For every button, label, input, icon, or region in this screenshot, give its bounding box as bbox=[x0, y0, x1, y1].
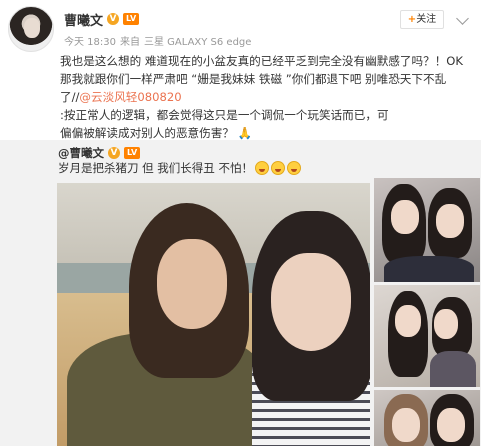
laugh-cry-emoji-icon bbox=[286, 161, 301, 175]
verified-icon: V bbox=[107, 13, 120, 25]
thumb-1-top bbox=[384, 256, 474, 282]
laugh-cry-emoji-icon bbox=[254, 161, 269, 175]
thumb-3-face-right bbox=[437, 408, 465, 442]
thumbnail-photo-2[interactable] bbox=[374, 285, 480, 387]
thumb-1-face-left bbox=[391, 200, 419, 234]
post-line-1: 我也是这么想的 难道现在的小盆友真的已经平乏到完全没有幽默感了吗？！OK bbox=[60, 54, 464, 68]
thumb-2-top bbox=[430, 351, 476, 387]
post-time[interactable]: 今天 18:30 bbox=[64, 33, 116, 48]
follow-button[interactable]: +关注 bbox=[400, 10, 444, 29]
repost-verified-icon: V bbox=[108, 147, 120, 159]
chevron-down-icon[interactable] bbox=[456, 12, 469, 25]
author-row: 曹曦文 V LV bbox=[64, 10, 140, 29]
post-line-3: :按正常人的逻辑，都会觉得这只是一个调侃一个玩笑话而已，可 bbox=[60, 108, 389, 122]
plus-icon: + bbox=[407, 14, 417, 25]
post-meta: 今天 18:30 来自 三星 GALAXY S6 edge bbox=[64, 33, 251, 48]
repost-member-badge-icon: LV bbox=[124, 147, 141, 159]
weibo-post: 曹曦文 V LV 今天 18:30 来自 三星 GALAXY S6 edge +… bbox=[0, 0, 481, 446]
repost-text-row: 岁月是把杀猪刀 但 我们长得丑 不怕！ bbox=[58, 160, 301, 176]
repost-text: 岁月是把杀猪刀 但 我们长得丑 不怕！ bbox=[58, 161, 253, 175]
source-device[interactable]: 三星 GALAXY S6 edge bbox=[144, 33, 251, 48]
author-name[interactable]: 曹曦文 bbox=[64, 10, 103, 29]
repost-author-mention[interactable]: @曹曦文 bbox=[58, 145, 104, 161]
thumb-2-face-left bbox=[395, 305, 421, 337]
thumbnail-photo-3[interactable] bbox=[374, 390, 480, 446]
clap-emoji-icon: 🙏 bbox=[237, 126, 253, 140]
thumbnail-photo-1[interactable] bbox=[374, 178, 480, 282]
post-line-4-text: 偏偏被解读成对别人的恶意伤害？ bbox=[60, 126, 234, 140]
laugh-cry-emoji-icon bbox=[270, 161, 285, 175]
thumb-1-face-right bbox=[436, 204, 464, 238]
follow-label: 关注 bbox=[416, 14, 437, 25]
source-prefix: 来自 bbox=[120, 37, 140, 48]
avatar-face bbox=[24, 18, 40, 38]
thumb-2-face-right bbox=[434, 309, 458, 339]
thumb-3-face-left bbox=[392, 408, 420, 442]
photo-face-left bbox=[157, 239, 227, 329]
main-photo[interactable] bbox=[57, 183, 370, 446]
member-badge-icon: LV bbox=[123, 13, 140, 25]
post-body: 我也是这么想的 难道现在的小盆友真的已经平乏到完全没有幽默感了吗？！OK 那我就… bbox=[60, 52, 476, 142]
mention-link[interactable]: @云淡风轻080820 bbox=[79, 90, 181, 104]
photo-face-right bbox=[271, 253, 351, 351]
repost-author-row: @曹曦文 V LV bbox=[58, 145, 141, 161]
avatar[interactable] bbox=[8, 6, 54, 52]
post-line-2: 那我就跟你们一样严肃吧 “姗是我妹妹 铁磁 ”你们都退下吧 别唯恐天下不乱了//… bbox=[60, 70, 476, 106]
